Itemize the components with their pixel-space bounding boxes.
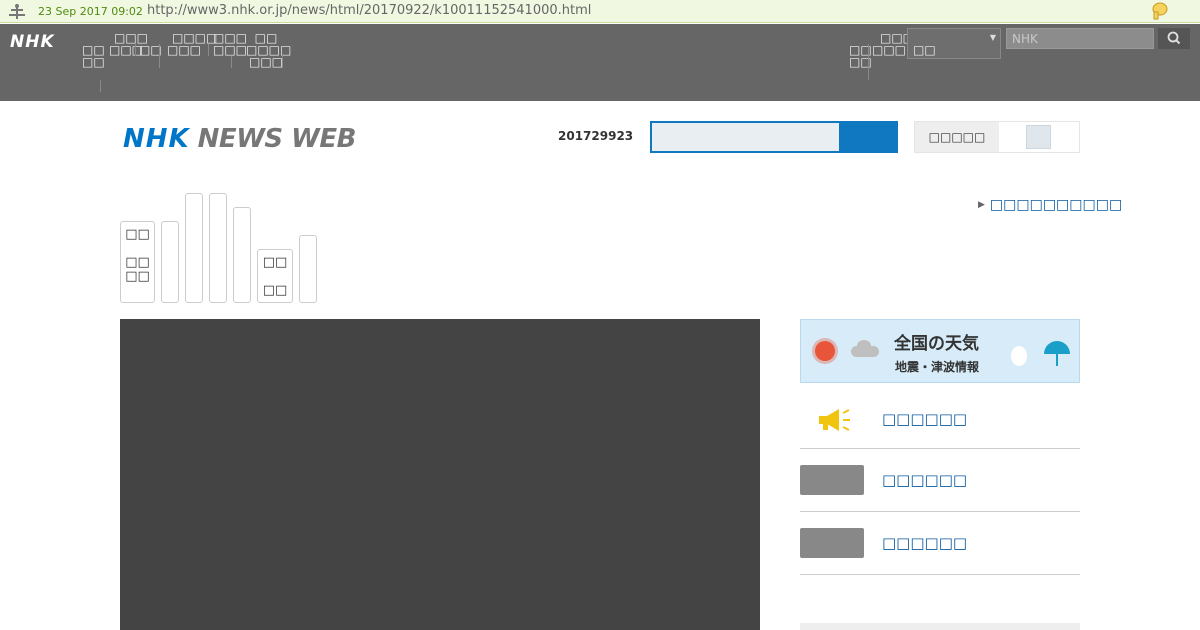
capture-date: 23 Sep 2017 09:02 xyxy=(38,5,143,18)
gnav-item-4[interactable]: □□□□ □□□ xyxy=(162,32,217,57)
nhk-logo[interactable]: NHK xyxy=(10,32,55,52)
gnav-divider xyxy=(159,44,160,68)
gnav-divider xyxy=(282,54,283,68)
region-select-value: □□ xyxy=(913,43,936,57)
gnav-divider xyxy=(135,44,136,56)
category-tab-7[interactable] xyxy=(299,235,317,303)
category-tab-1-line2: □□ xyxy=(125,255,150,270)
cloud-icon xyxy=(851,346,879,357)
category-tab-2[interactable] xyxy=(161,221,179,303)
display-toggle[interactable]: □□□□□ xyxy=(914,121,1080,153)
gnav-divider xyxy=(868,44,869,80)
global-search-input[interactable]: NHK xyxy=(1006,28,1154,49)
sidebar-item-1-label: □□□□□□ xyxy=(882,410,968,428)
gnav-item-1-line2: □□ xyxy=(82,55,105,69)
logo-nhk-text: NHK xyxy=(123,124,190,154)
gnav-item-6-line3: □□□ xyxy=(248,55,283,69)
weather-banner[interactable]: 全国の天気 地震・津波情報 xyxy=(800,319,1080,383)
category-tab-6[interactable]: □□ □□ xyxy=(257,249,293,303)
gnav-right-item-2-line2: □□□ xyxy=(871,43,906,57)
wayback-toolbar: 23 Sep 2017 09:02 http://www3.nhk.or.jp/… xyxy=(0,0,1200,23)
gnav-item-6[interactable]: □□ □□□□ □□□ xyxy=(246,32,291,69)
gnav-item-3-line1: □□ xyxy=(139,43,162,57)
gnav-item-4-line2: □□□ xyxy=(166,43,201,57)
wayback-logo-icon[interactable] xyxy=(8,3,26,20)
gnav-item-5-line2: □□□ xyxy=(212,43,247,57)
umbrella-icon xyxy=(1044,341,1070,354)
sidebar-item-3-label: □□□□□□ xyxy=(882,534,968,552)
thumbnail xyxy=(800,465,864,495)
gnav-right-item-2[interactable]: □□□ □□□ xyxy=(870,32,914,57)
region-select[interactable]: □□ ▼ xyxy=(907,28,1001,59)
category-tab-1[interactable]: □□ □□ □□ xyxy=(120,221,155,303)
search-icon xyxy=(1167,31,1181,45)
sidebar-item-2[interactable]: □□□□□□ xyxy=(800,449,1080,512)
umbrella-handle xyxy=(1056,354,1058,366)
thumbnail xyxy=(800,528,864,558)
sidebar-item-3[interactable]: □□□□□□ xyxy=(800,512,1080,575)
chevron-down-icon: ▼ xyxy=(989,33,996,42)
capture-url[interactable]: http://www3.nhk.or.jp/news/html/20170922… xyxy=(147,3,591,18)
display-toggle-label: □□□□□ xyxy=(915,122,999,152)
toggle-knob[interactable] xyxy=(1026,125,1051,149)
gnav-divider xyxy=(208,44,209,56)
top-link[interactable]: ▶ □□□□□□□□□□ xyxy=(978,197,1122,213)
category-tab-6-line2: □□ xyxy=(262,283,288,298)
gnav-right-item-1[interactable]: □□ □□ xyxy=(849,44,872,69)
top-link-label: □□□□□□□□□□ xyxy=(989,197,1123,213)
gnav-right-item-1-line2: □□ xyxy=(849,55,872,69)
gnav-divider xyxy=(100,80,101,92)
sidebar-next-block xyxy=(800,623,1080,630)
logo-news-web-text: NEWS WEB xyxy=(197,124,357,154)
weather-title: 全国の天気 xyxy=(894,334,979,354)
category-tab-1-line3: □□ xyxy=(125,269,150,284)
date-label: 201729923 xyxy=(558,129,634,143)
gnav-divider xyxy=(231,56,232,68)
sidebar-item-1[interactable]: □□□□□□ xyxy=(800,389,1080,449)
triangle-right-icon: ▶ xyxy=(978,200,985,210)
gnav-item-1[interactable]: □□ □□ xyxy=(82,44,105,69)
category-tab-1-line1: □□ xyxy=(125,227,150,242)
news-web-logo[interactable]: NHK NEWS WEB xyxy=(123,124,356,154)
snowman-icon xyxy=(1011,346,1027,366)
category-tab-5[interactable] xyxy=(233,207,251,303)
category-tab-3[interactable] xyxy=(185,193,203,303)
news-search-button[interactable] xyxy=(839,123,896,151)
megaphone-icon xyxy=(819,409,850,431)
gnav-item-5[interactable]: □□□ □□□ xyxy=(212,32,248,56)
news-search-input[interactable] xyxy=(650,121,898,153)
global-search-button[interactable] xyxy=(1158,28,1190,49)
global-nav: NHK □□ □□ □□□ □□□ □□ □□□□ □□□ □□□ □□□ □□… xyxy=(0,24,1200,101)
wayback-info-icon[interactable] xyxy=(1151,2,1168,20)
main-video-player[interactable] xyxy=(120,319,760,630)
category-tab-4[interactable] xyxy=(209,193,227,303)
gnav-item-3[interactable]: □□ xyxy=(139,43,162,57)
weather-subtitle: 地震・津波情報 xyxy=(895,360,980,374)
category-tab-6-line1: □□ xyxy=(262,255,288,270)
sun-icon xyxy=(815,341,835,361)
sidebar-item-2-label: □□□□□□ xyxy=(882,471,968,489)
